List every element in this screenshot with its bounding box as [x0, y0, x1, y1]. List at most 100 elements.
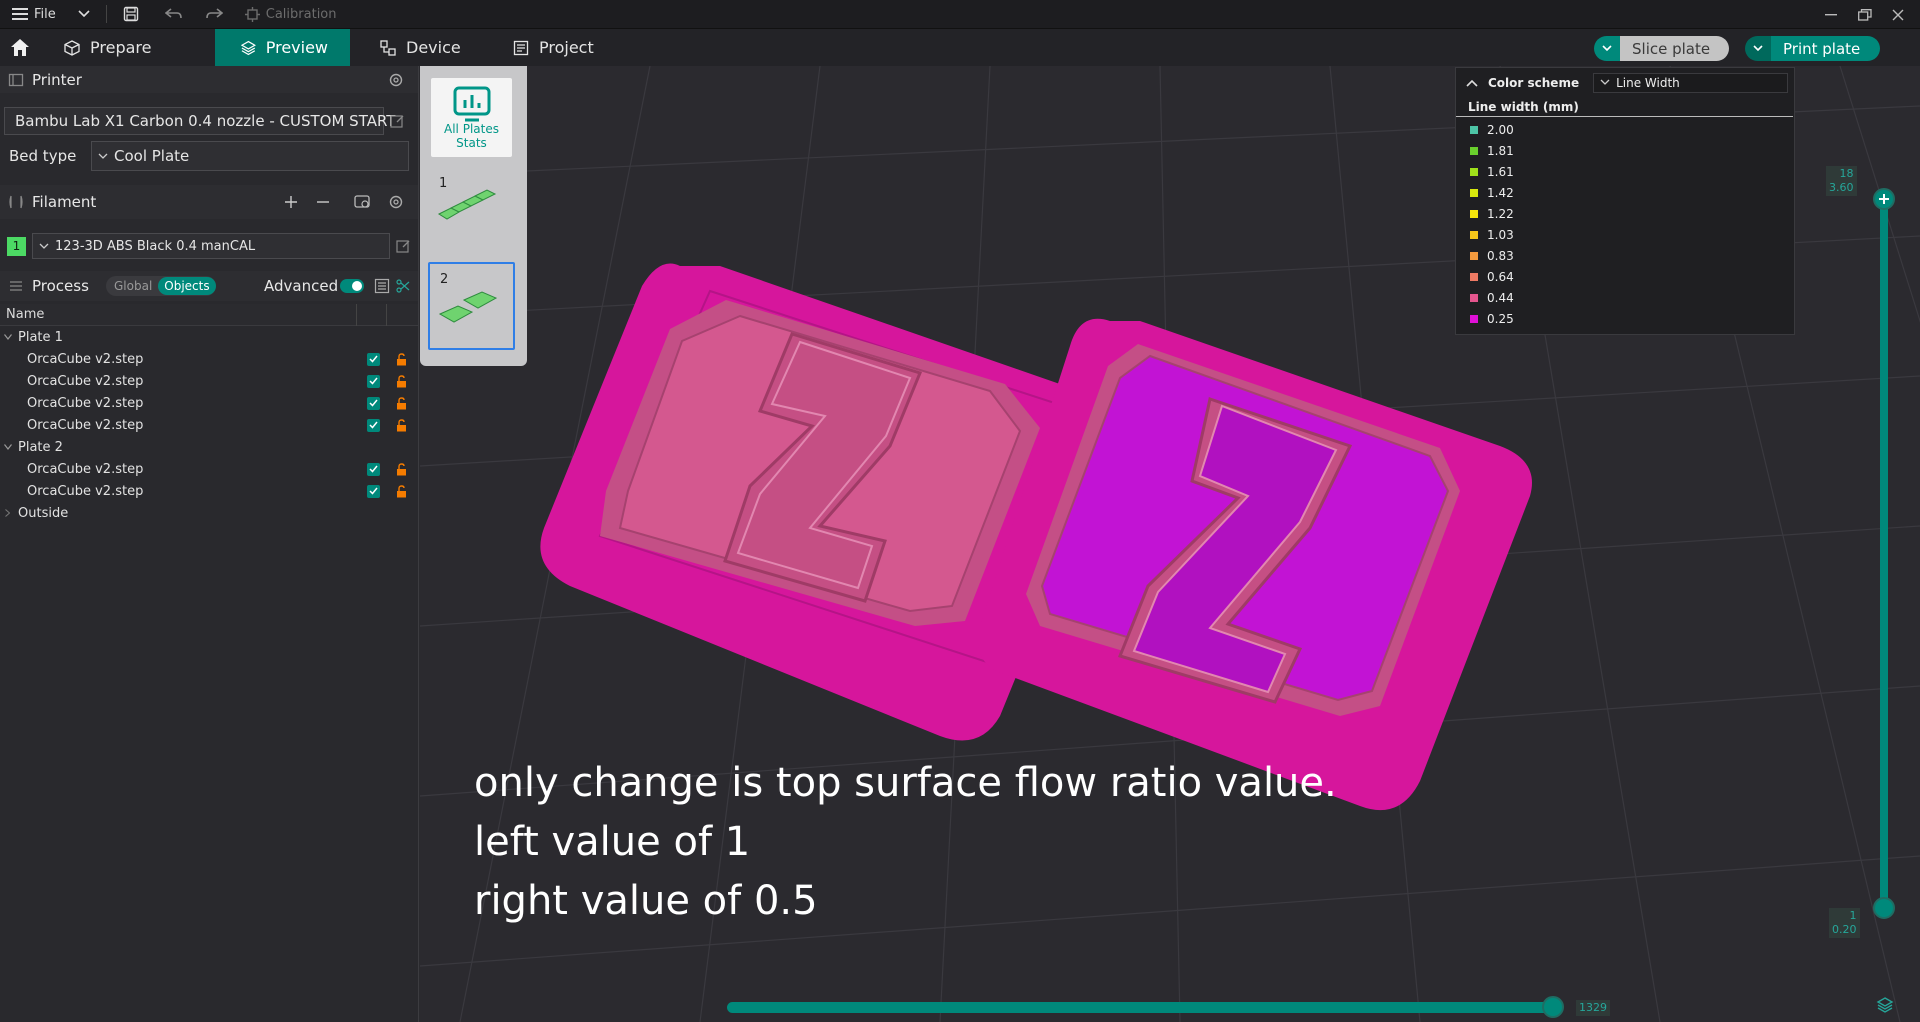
- object-name: OrcaCube v2.step: [27, 395, 144, 411]
- legend-swatch: [1470, 209, 1478, 218]
- printer-icon: [8, 73, 24, 86]
- bottom-layer-label: 1 0.20: [1829, 908, 1860, 938]
- move-slider-track[interactable]: [727, 1002, 1557, 1013]
- objects-toggle-option[interactable]: Objects: [158, 277, 216, 295]
- gear-icon[interactable]: [388, 72, 404, 88]
- redo-icon[interactable]: [191, 0, 231, 29]
- calibration-menu[interactable]: Calibration: [231, 0, 345, 29]
- legend-row: 0.83: [1456, 245, 1794, 266]
- file-menu[interactable]: File: [0, 0, 64, 29]
- stats-label-line2: Stats: [456, 135, 487, 150]
- advanced-toggle[interactable]: [340, 279, 364, 293]
- bed-type-label: Bed type: [9, 147, 77, 165]
- plate-2-preview: [438, 291, 498, 323]
- filament-section-header: Filament: [0, 185, 418, 219]
- print-plate-button[interactable]: Print plate: [1745, 36, 1880, 61]
- collapse-icon[interactable]: [1466, 79, 1478, 87]
- process-icon: [10, 281, 22, 291]
- device-icon: [380, 39, 396, 56]
- layers-toggle-icon[interactable]: [1876, 996, 1894, 1014]
- object-name: OrcaCube v2.step: [27, 373, 144, 389]
- gear-icon[interactable]: [388, 194, 404, 210]
- unlock-icon[interactable]: [396, 352, 407, 366]
- object-visible-checkbox[interactable]: [367, 352, 380, 366]
- object-visible-checkbox[interactable]: [367, 374, 380, 388]
- object-visible-checkbox[interactable]: [367, 484, 380, 498]
- move-slider-value: 1329: [1576, 1000, 1610, 1016]
- edit-icon[interactable]: [390, 114, 405, 129]
- slice-plate-button[interactable]: Slice plate: [1594, 36, 1729, 61]
- legend-value: 0.44: [1487, 290, 1514, 305]
- close-icon[interactable]: [1878, 0, 1918, 29]
- title-bar: File Calibration: [0, 0, 1920, 29]
- chevron-down-icon[interactable]: [1745, 36, 1771, 61]
- plate-2-node[interactable]: Plate 2: [0, 436, 418, 458]
- list-item[interactable]: OrcaCube v2.step: [0, 414, 418, 436]
- slice-plate-label: Slice plate: [1620, 36, 1729, 61]
- legend-value: 1.03: [1487, 227, 1514, 242]
- plate-2-thumbnail[interactable]: 2: [428, 262, 515, 350]
- object-visible-checkbox[interactable]: [367, 462, 380, 476]
- list-item[interactable]: OrcaCube v2.step: [0, 370, 418, 392]
- process-section-label: Process: [32, 277, 89, 295]
- name-column-header[interactable]: Name: [6, 307, 44, 322]
- legend-value: 0.83: [1487, 248, 1514, 263]
- save-icon[interactable]: [115, 0, 147, 29]
- scissors-icon[interactable]: [396, 279, 410, 293]
- tab-device[interactable]: Device: [350, 29, 485, 66]
- undo-icon[interactable]: [147, 0, 191, 29]
- global-toggle-option[interactable]: Global: [106, 279, 158, 293]
- chevron-down-icon[interactable]: [1594, 36, 1620, 61]
- layer-slider-track[interactable]: [1880, 198, 1888, 908]
- layer-slider-top-handle[interactable]: [1873, 188, 1895, 210]
- edit-icon[interactable]: [396, 239, 411, 254]
- outside-node[interactable]: Outside: [0, 502, 418, 524]
- right-cube-model: [978, 318, 1532, 811]
- printer-preset-row: Bambu Lab X1 Carbon 0.4 nozzle - CUSTOM …: [0, 107, 418, 135]
- legend-row: 1.22: [1456, 203, 1794, 224]
- plate-1-thumbnail[interactable]: 1: [431, 172, 512, 244]
- bed-type-select[interactable]: Cool Plate: [91, 141, 409, 171]
- list-item[interactable]: OrcaCube v2.step: [0, 458, 418, 480]
- filament-sync-icon[interactable]: [354, 194, 372, 210]
- unlock-icon[interactable]: [396, 418, 407, 432]
- printer-preset-select[interactable]: Bambu Lab X1 Carbon 0.4 nozzle - CUSTOM …: [4, 107, 395, 135]
- object-visible-checkbox[interactable]: [367, 418, 380, 432]
- add-icon[interactable]: [284, 195, 298, 209]
- unlock-icon[interactable]: [396, 462, 407, 476]
- home-icon[interactable]: [0, 29, 40, 66]
- filament-preset-value: 123-3D ABS Black 0.4 manCAL: [55, 238, 256, 254]
- legend-row: 1.61: [1456, 161, 1794, 182]
- chevron-down-icon: [1600, 79, 1610, 85]
- all-plates-stats-button[interactable]: All Plates Stats: [431, 78, 512, 157]
- file-menu-label: File: [34, 6, 56, 22]
- unlock-icon[interactable]: [396, 396, 407, 410]
- top-layer-label: 18 3.60: [1826, 166, 1857, 196]
- list-item[interactable]: OrcaCube v2.step: [0, 480, 418, 502]
- color-scheme-value: Line Width: [1616, 75, 1680, 90]
- legend-row: 0.25: [1456, 308, 1794, 329]
- unlock-icon[interactable]: [396, 484, 407, 498]
- legend-swatch: [1470, 188, 1478, 197]
- legend-value: 1.61: [1487, 164, 1514, 179]
- color-scheme-select[interactable]: Line Width: [1593, 72, 1789, 93]
- list-item[interactable]: OrcaCube v2.step: [0, 392, 418, 414]
- chevron-down-icon[interactable]: [64, 0, 98, 29]
- tab-preview[interactable]: Preview: [215, 29, 350, 66]
- unlock-icon[interactable]: [396, 374, 407, 388]
- legend-swatch: [1470, 314, 1478, 323]
- object-visible-checkbox[interactable]: [367, 396, 380, 410]
- tab-project[interactable]: Project: [485, 29, 616, 66]
- layer-slider-bottom-handle[interactable]: [1873, 897, 1895, 919]
- tab-prepare[interactable]: Prepare: [40, 29, 215, 66]
- plate-1-node[interactable]: Plate 1: [0, 326, 418, 348]
- global-objects-toggle[interactable]: Global Objects: [106, 276, 216, 296]
- filament-color-swatch[interactable]: 1: [7, 236, 26, 256]
- move-slider-handle[interactable]: [1542, 996, 1564, 1018]
- filament-preset-select[interactable]: 123-3D ABS Black 0.4 manCAL: [32, 233, 390, 259]
- remove-icon[interactable]: [316, 195, 330, 209]
- top-layer-number: 18: [1839, 167, 1854, 180]
- outside-label: Outside: [18, 505, 69, 521]
- list-view-icon[interactable]: [374, 278, 390, 294]
- list-item[interactable]: OrcaCube v2.step: [0, 348, 418, 370]
